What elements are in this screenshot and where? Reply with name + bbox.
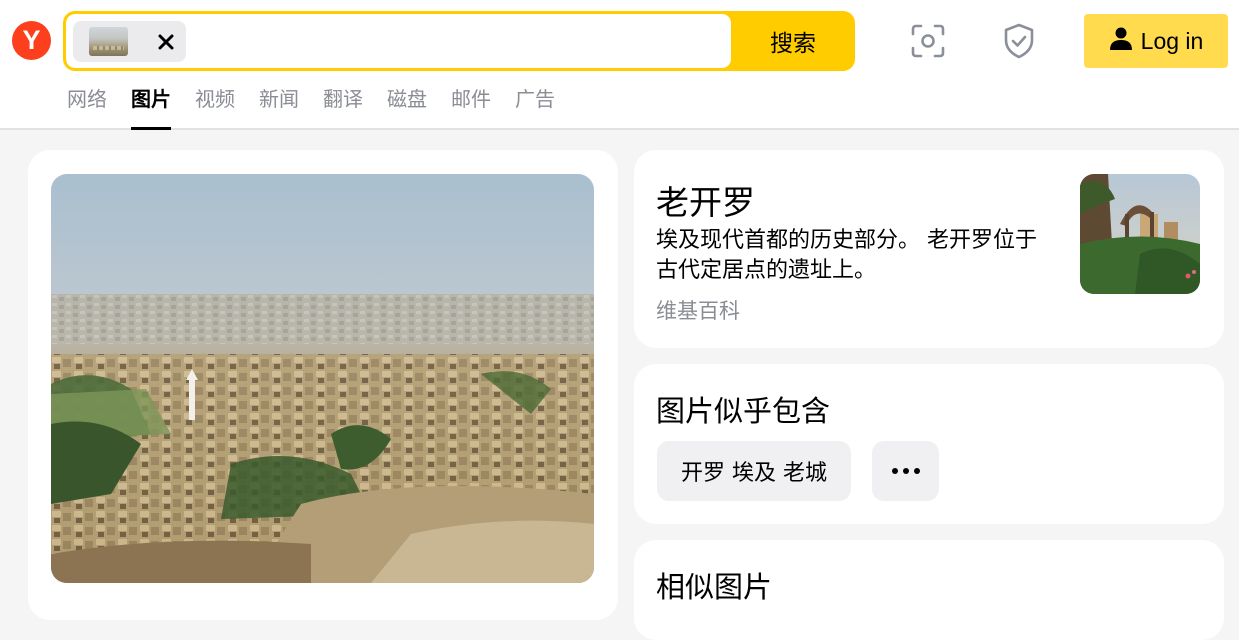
contains-title: 图片似乎包含 [656, 394, 831, 428]
entity-thumbnail[interactable] [1080, 174, 1200, 294]
query-image-card [28, 150, 618, 620]
login-label: Log in [1140, 27, 1204, 54]
close-icon[interactable] [153, 29, 179, 55]
tab-mail[interactable]: 邮件 [451, 84, 491, 130]
entity-description: 埃及现代首都的历史部分。 老开罗位于古代定居点的遗址上。 [656, 228, 1037, 283]
tab-disk[interactable]: 磁盘 [387, 84, 427, 130]
similar-images-card: 相似图片 [634, 540, 1224, 640]
camera-search-icon[interactable] [908, 20, 948, 62]
service-tabs: 网络 图片 视频 新闻 翻译 磁盘 邮件 广告 [67, 84, 579, 130]
tab-images[interactable]: 图片 [131, 84, 171, 130]
query-image-chip[interactable] [73, 21, 186, 62]
shield-check-icon[interactable] [999, 20, 1039, 62]
entity-info-card: 老开罗 埃及现代首都的历史部分。 老开罗位于古代定居点的遗址上。 维基百科 [634, 150, 1224, 348]
image-contains-card: 图片似乎包含 开罗 埃及 老城 [634, 364, 1224, 524]
entity-source-link[interactable]: 维基百科 [656, 295, 740, 325]
tab-video[interactable]: 视频 [195, 84, 235, 130]
tab-news[interactable]: 新闻 [259, 84, 299, 130]
search-input[interactable] [66, 14, 731, 68]
tab-web[interactable]: 网络 [67, 84, 107, 130]
search-button[interactable]: 搜索 [731, 14, 852, 68]
search-bar: 搜索 [63, 11, 855, 71]
tab-translate[interactable]: 翻译 [323, 84, 363, 130]
tag-chip[interactable]: 开罗 埃及 老城 [657, 441, 851, 501]
user-icon [1109, 26, 1133, 56]
entity-title[interactable]: 老开罗 [656, 176, 755, 224]
query-image-thumbnail [89, 27, 128, 56]
more-dots-icon[interactable] [872, 441, 939, 501]
header: Y 搜索 Log in 网络 图片 视频 新闻 翻译 磁盘 邮件 广告 [0, 0, 1239, 130]
logo-letter: Y [22, 25, 41, 55]
tab-ads[interactable]: 广告 [515, 84, 555, 130]
login-button[interactable]: Log in [1084, 14, 1228, 68]
yandex-logo[interactable]: Y [12, 21, 51, 60]
query-image[interactable] [51, 174, 594, 583]
